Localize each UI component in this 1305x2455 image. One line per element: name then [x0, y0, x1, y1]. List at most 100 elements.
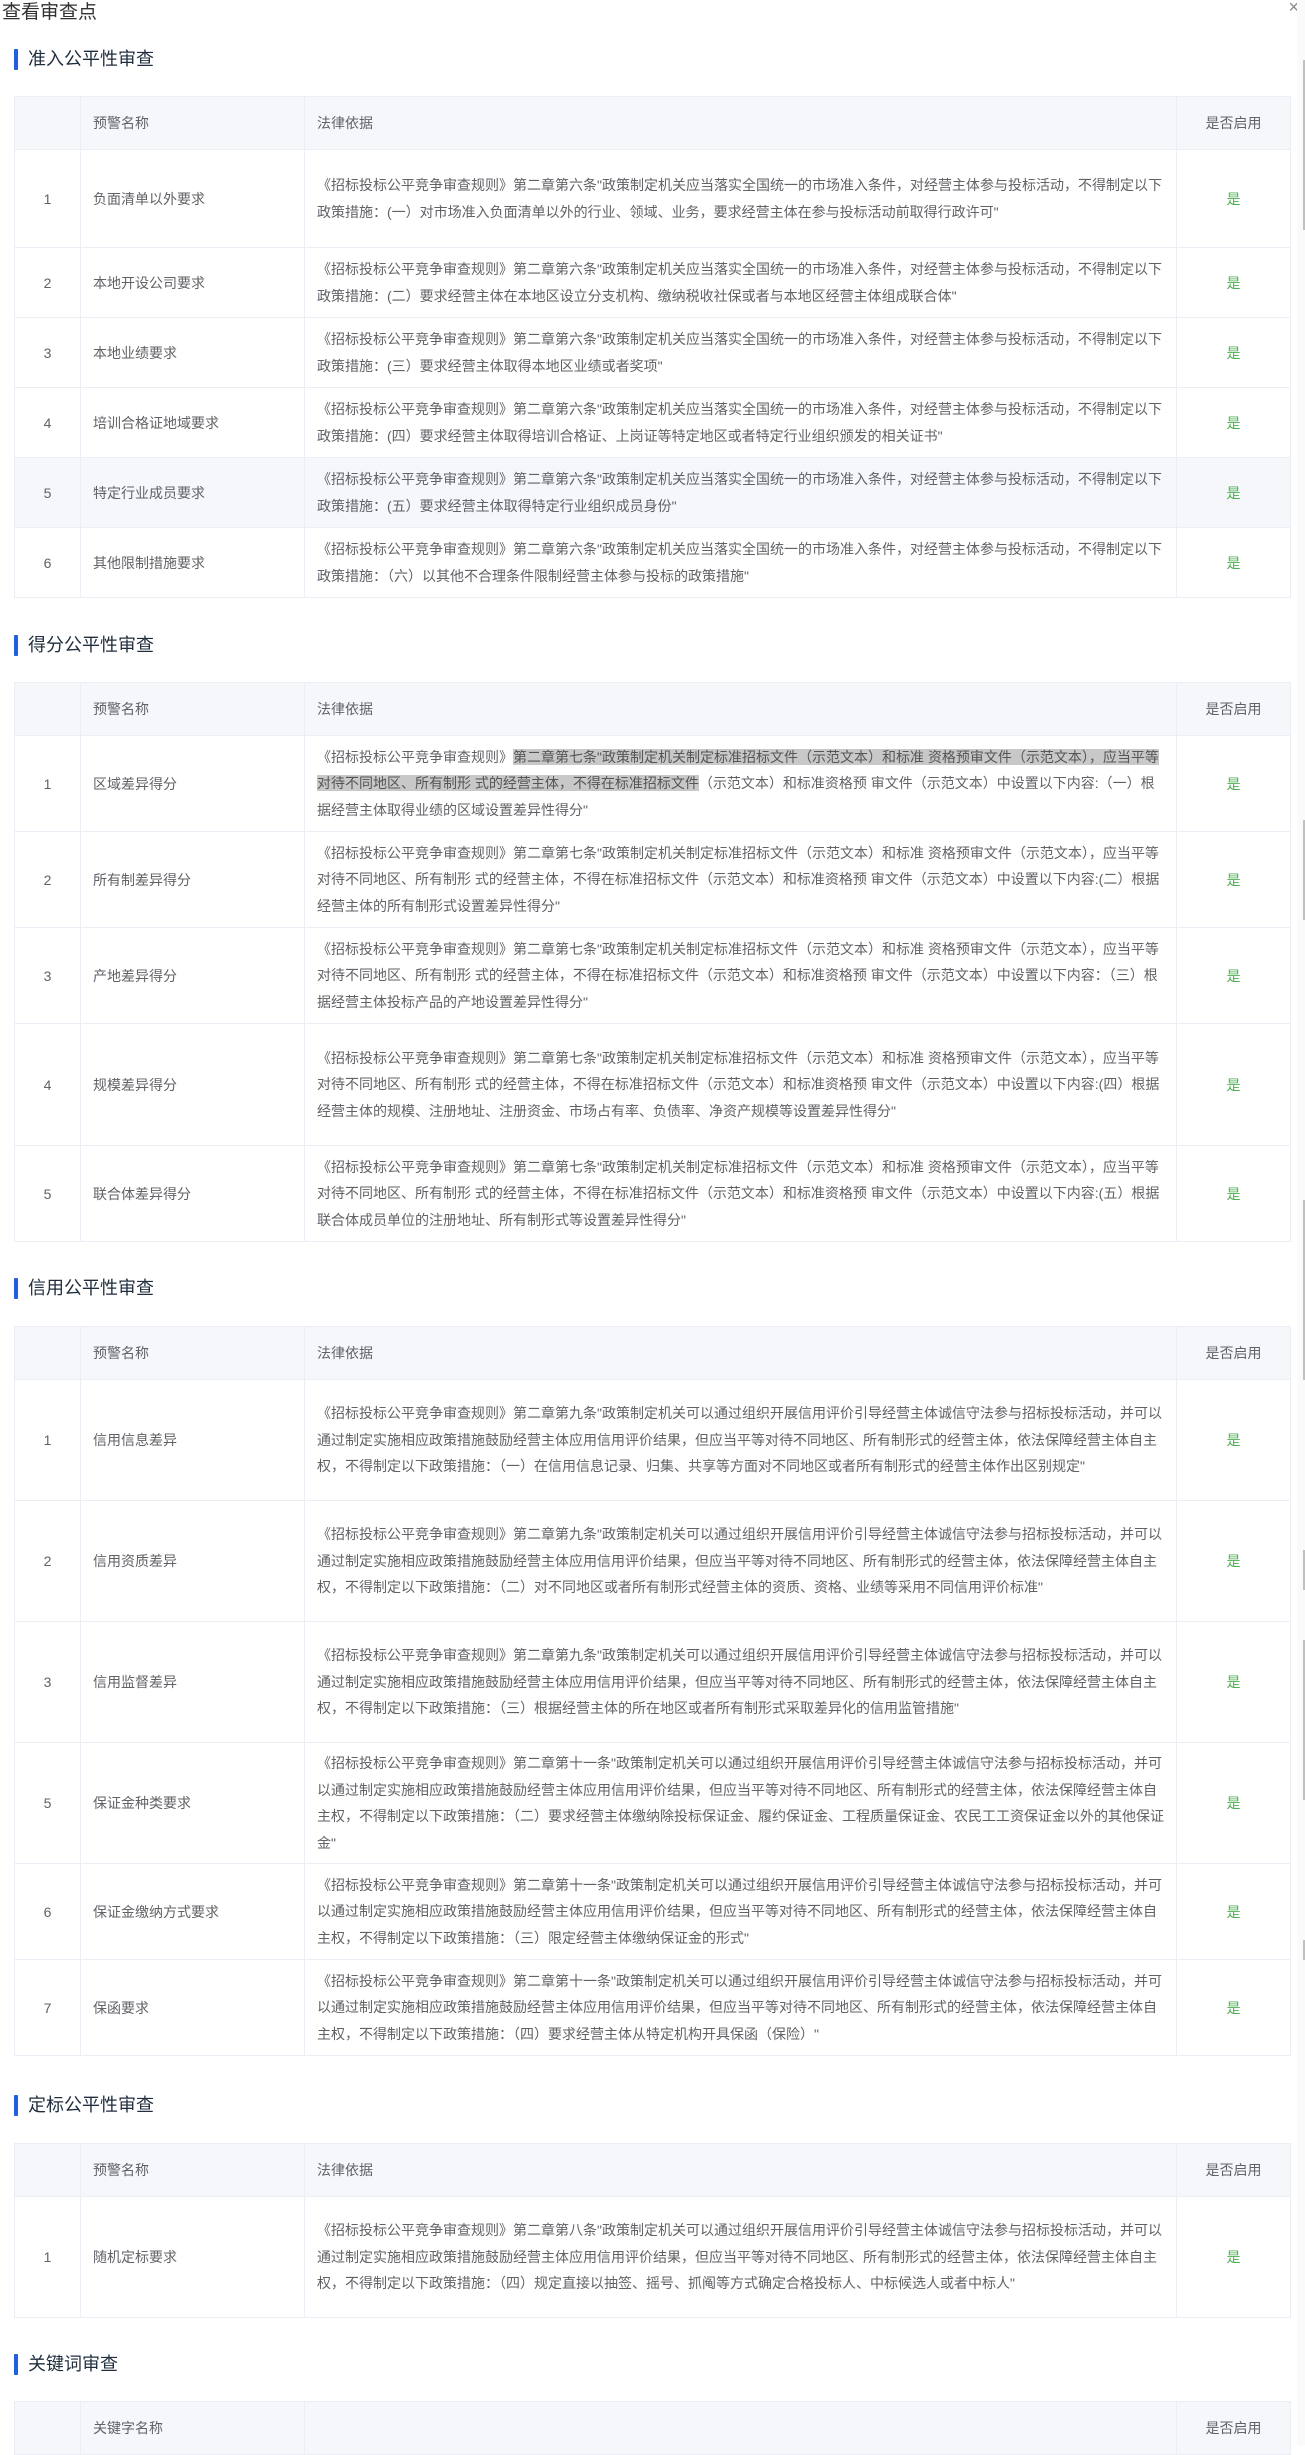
row-basis: 《招标投标公平竞争审查规则》第二章第七条"政策制定机关制定标准招标文件（示范文本… [304, 831, 1177, 928]
table-row[interactable]: 5 保证金种类要求 《招标投标公平竞争审查规则》第二章第十一条"政策制定机关可以… [14, 1742, 1291, 1864]
row-enabled: 是 [1176, 927, 1291, 1024]
row-index: 5 [14, 1742, 81, 1864]
col-index [14, 2401, 81, 2455]
row-index: 5 [14, 1145, 81, 1242]
row-basis: 《招标投标公平竞争审查规则》第二章第六条"政策制定机关应当落实全国统一的市场准入… [304, 247, 1177, 318]
row-index: 3 [14, 927, 81, 1024]
row-enabled: 是 [1176, 1023, 1291, 1146]
table-row[interactable]: 4 培训合格证地域要求 《招标投标公平竞争审查规则》第二章第六条"政策制定机关应… [14, 387, 1291, 458]
row-index: 1 [14, 1379, 81, 1501]
col-enabled: 是否启用 [1176, 2401, 1291, 2455]
row-name: 本地业绩要求 [80, 317, 305, 388]
row-basis: 《招标投标公平竞争审查规则》第二章第六条"政策制定机关应当落实全国统一的市场准入… [304, 149, 1177, 248]
row-name: 培训合格证地域要求 [80, 387, 305, 458]
col-index [14, 96, 81, 150]
row-basis: 《招标投标公平竞争审查规则》第二章第七条"政策制定机关制定标准招标文件（示范文本… [304, 735, 1177, 832]
row-enabled: 是 [1176, 1500, 1291, 1622]
section-title-keyword: 关键词审查 [14, 2353, 118, 2375]
row-index: 7 [14, 1959, 81, 2056]
row-index: 3 [14, 1621, 81, 1743]
row-basis: 《招标投标公平竞争审查规则》第二章第十一条"政策制定机关可以通过组织开展信用评价… [304, 1959, 1177, 2056]
row-name: 本地开设公司要求 [80, 247, 305, 318]
table-row[interactable]: 2 所有制差异得分 《招标投标公平竞争审查规则》第二章第七条"政策制定机关制定标… [14, 831, 1291, 928]
row-basis: 《招标投标公平竞争审查规则》第二章第九条"政策制定机关可以通过组织开展信用评价引… [304, 1621, 1177, 1743]
col-basis: 法律依据 [304, 682, 1177, 736]
row-basis: 《招标投标公平竞争审查规则》第二章第七条"政策制定机关制定标准招标文件（示范文本… [304, 1023, 1177, 1146]
row-name: 保证金缴纳方式要求 [80, 1863, 305, 1960]
table-row[interactable]: 3 产地差异得分 《招标投标公平竞争审查规则》第二章第七条"政策制定机关制定标准… [14, 927, 1291, 1024]
row-index: 1 [14, 735, 81, 832]
col-index [14, 2143, 81, 2197]
basis-text: 《招标投标公平竞争审查规则》 [317, 748, 513, 765]
row-index: 2 [14, 1500, 81, 1622]
row-name: 所有制差异得分 [80, 831, 305, 928]
row-name: 区域差异得分 [80, 735, 305, 832]
row-name: 规模差异得分 [80, 1023, 305, 1146]
table-row[interactable]: 5 联合体差异得分 《招标投标公平竞争审查规则》第二章第七条"政策制定机关制定标… [14, 1145, 1291, 1242]
table-row[interactable]: 4 规模差异得分 《招标投标公平竞争审查规则》第二章第七条"政策制定机关制定标准… [14, 1023, 1291, 1146]
col-name: 预警名称 [80, 96, 305, 150]
table-row[interactable]: 5 特定行业成员要求 《招标投标公平竞争审查规则》第二章第六条"政策制定机关应当… [14, 457, 1291, 528]
row-basis: 《招标投标公平竞争审查规则》第二章第六条"政策制定机关应当落实全国统一的市场准入… [304, 527, 1177, 598]
row-enabled: 是 [1176, 317, 1291, 388]
row-basis: 《招标投标公平竞争审查规则》第二章第九条"政策制定机关可以通过组织开展信用评价引… [304, 1379, 1177, 1501]
row-basis: 《招标投标公平竞争审查规则》第二章第六条"政策制定机关应当落实全国统一的市场准入… [304, 457, 1177, 528]
row-name: 特定行业成员要求 [80, 457, 305, 528]
row-enabled: 是 [1176, 457, 1291, 528]
table-row[interactable]: 1 信用信息差异 《招标投标公平竞争审查规则》第二章第九条"政策制定机关可以通过… [14, 1379, 1291, 1501]
row-name: 其他限制措施要求 [80, 527, 305, 598]
row-index: 1 [14, 149, 81, 248]
row-name: 随机定标要求 [80, 2196, 305, 2318]
row-basis: 《招标投标公平竞争审查规则》第二章第六条"政策制定机关应当落实全国统一的市场准入… [304, 387, 1177, 458]
col-name: 预警名称 [80, 1326, 305, 1380]
col-name: 预警名称 [80, 2143, 305, 2197]
col-basis-blank [304, 2401, 1177, 2455]
section-title-access: 准入公平性审查 [14, 48, 154, 70]
table-access: 预警名称 法律依据 是否启用 1 负面清单以外要求 《招标投标公平竞争审查规则》… [14, 96, 1291, 598]
col-enabled: 是否启用 [1176, 1326, 1291, 1380]
col-basis: 法律依据 [304, 1326, 1177, 1380]
row-enabled: 是 [1176, 1863, 1291, 1960]
table-row[interactable]: 7 保函要求 《招标投标公平竞争审查规则》第二章第十一条"政策制定机关可以通过组… [14, 1959, 1291, 2056]
row-basis: 《招标投标公平竞争审查规则》第二章第九条"政策制定机关可以通过组织开展信用评价引… [304, 1500, 1177, 1622]
table-scoring: 预警名称 法律依据 是否启用 1 区域差异得分 《招标投标公平竞争审查规则》第二… [14, 682, 1291, 1242]
dialog-title: 查看审查点 [2, 2, 98, 23]
row-name: 保函要求 [80, 1959, 305, 2056]
row-enabled: 是 [1176, 1621, 1291, 1743]
row-index: 4 [14, 1023, 81, 1146]
row-basis: 《招标投标公平竞争审查规则》第二章第八条"政策制定机关可以通过组织开展信用评价引… [304, 2196, 1177, 2318]
col-enabled: 是否启用 [1176, 682, 1291, 736]
table-row[interactable]: 2 本地开设公司要求 《招标投标公平竞争审查规则》第二章第六条"政策制定机关应当… [14, 247, 1291, 318]
row-index: 6 [14, 1863, 81, 1960]
row-basis: 《招标投标公平竞争审查规则》第二章第七条"政策制定机关制定标准招标文件（示范文本… [304, 1145, 1177, 1242]
row-name: 信用信息差异 [80, 1379, 305, 1501]
row-basis: 《招标投标公平竞争审查规则》第二章第七条"政策制定机关制定标准招标文件（示范文本… [304, 927, 1177, 1024]
row-name: 联合体差异得分 [80, 1145, 305, 1242]
scrollbar[interactable] [1297, 0, 1305, 2445]
row-enabled: 是 [1176, 149, 1291, 248]
table-row[interactable]: 1 随机定标要求 《招标投标公平竞争审查规则》第二章第八条"政策制定机关可以通过… [14, 2196, 1291, 2318]
row-name: 信用资质差异 [80, 1500, 305, 1622]
table-row[interactable]: 6 其他限制措施要求 《招标投标公平竞争审查规则》第二章第六条"政策制定机关应当… [14, 527, 1291, 598]
col-index [14, 682, 81, 736]
row-index: 2 [14, 831, 81, 928]
table-row[interactable]: 2 信用资质差异 《招标投标公平竞争审查规则》第二章第九条"政策制定机关可以通过… [14, 1500, 1291, 1622]
row-name: 保证金种类要求 [80, 1742, 305, 1864]
row-index: 2 [14, 247, 81, 318]
row-basis: 《招标投标公平竞争审查规则》第二章第十一条"政策制定机关可以通过组织开展信用评价… [304, 1863, 1177, 1960]
col-basis: 法律依据 [304, 2143, 1177, 2197]
table-row[interactable]: 1 区域差异得分 《招标投标公平竞争审查规则》第二章第七条"政策制定机关制定标准… [14, 735, 1291, 832]
table-row[interactable]: 1 负面清单以外要求 《招标投标公平竞争审查规则》第二章第六条"政策制定机关应当… [14, 149, 1291, 248]
row-name: 产地差异得分 [80, 927, 305, 1024]
col-basis: 法律依据 [304, 96, 1177, 150]
table-credit: 预警名称 法律依据 是否启用 1 信用信息差异 《招标投标公平竞争审查规则》第二… [14, 1326, 1291, 2056]
row-index: 5 [14, 457, 81, 528]
table-row[interactable]: 3 本地业绩要求 《招标投标公平竞争审查规则》第二章第六条"政策制定机关应当落实… [14, 317, 1291, 388]
table-row[interactable]: 3 信用监督差异 《招标投标公平竞争审查规则》第二章第九条"政策制定机关可以通过… [14, 1621, 1291, 1743]
col-enabled: 是否启用 [1176, 2143, 1291, 2197]
row-enabled: 是 [1176, 1379, 1291, 1501]
col-enabled: 是否启用 [1176, 96, 1291, 150]
col-name: 预警名称 [80, 682, 305, 736]
row-basis: 《招标投标公平竞争审查规则》第二章第十一条"政策制定机关可以通过组织开展信用评价… [304, 1742, 1177, 1864]
table-row[interactable]: 6 保证金缴纳方式要求 《招标投标公平竞争审查规则》第二章第十一条"政策制定机关… [14, 1863, 1291, 1960]
